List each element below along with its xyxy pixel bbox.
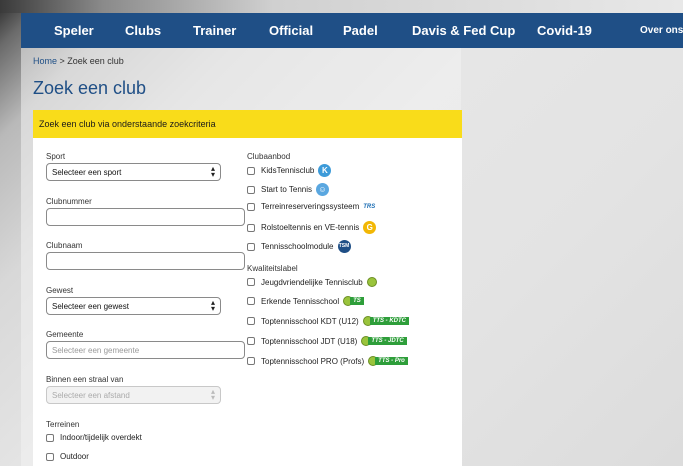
sport-select[interactable]: Selecteer een sport ▴ ▾ bbox=[46, 163, 221, 181]
nav-padel[interactable]: Padel bbox=[343, 23, 378, 38]
breadcrumb-separator: > bbox=[57, 56, 68, 66]
nav-trainer[interactable]: Trainer bbox=[193, 23, 236, 38]
sport-select-value: Selecteer een sport bbox=[52, 168, 122, 177]
checkbox[interactable] bbox=[247, 166, 255, 175]
trs-logo-icon: TRS bbox=[363, 203, 376, 210]
clubaanbod-kidstennisclub[interactable]: KidsTennisclub K bbox=[247, 164, 332, 177]
nav-speler[interactable]: Speler bbox=[54, 23, 94, 38]
checkbox[interactable] bbox=[247, 242, 255, 251]
nav-clubs[interactable]: Clubs bbox=[125, 23, 161, 38]
gemeente-placeholder: Selecteer een gemeente bbox=[52, 346, 140, 355]
checkbox[interactable] bbox=[247, 185, 255, 194]
gewest-select-value: Selecteer een gewest bbox=[52, 302, 129, 311]
clubaanbod-rolstoeltennis[interactable]: Rolstoeltennis en VE-tennis G bbox=[247, 221, 377, 234]
tsm-logo-icon: TSM bbox=[337, 240, 351, 253]
tts-jdtc-logo-text: TTS - JDTC bbox=[368, 337, 407, 345]
clubaanbod-terreinreservering[interactable]: Terreinreserveringssysteem TRS bbox=[247, 202, 375, 211]
option-label: Toptennisschool JDT (U18) bbox=[261, 336, 358, 346]
background-strip bbox=[0, 0, 683, 13]
tts-kdtc-logo-text: TTS - KDTC bbox=[369, 317, 410, 325]
terreinen-label: Terreinen bbox=[46, 420, 80, 429]
kwaliteit-jeugdvriendelijk[interactable]: Jeugdvriendelijke Tennisclub bbox=[247, 277, 377, 287]
start-to-tennis-logo-icon: ☺ bbox=[316, 183, 329, 196]
nav-davis-fed-cup[interactable]: Davis & Fed Cup bbox=[412, 23, 515, 38]
clubaanbod-label: Clubaanbod bbox=[247, 152, 291, 161]
straal-label: Binnen een straal van bbox=[46, 375, 124, 384]
option-label: Toptennisschool PRO (Profs) bbox=[261, 356, 365, 366]
select-arrows-icon: ▴ ▾ bbox=[210, 298, 215, 313]
clubnummer-input[interactable] bbox=[46, 208, 245, 226]
option-label: Terreinreserveringssysteem bbox=[261, 202, 360, 211]
option-label: Toptennisschool KDT (U12) bbox=[261, 316, 359, 326]
checkbox[interactable] bbox=[247, 317, 255, 325]
checkbox[interactable] bbox=[247, 202, 255, 211]
tts-kdtc-logo-icon: TTS - KDTC bbox=[362, 316, 410, 326]
breadcrumb: Home > Zoek een club bbox=[33, 56, 124, 66]
clubnaam-input[interactable] bbox=[46, 252, 245, 270]
kwaliteit-toptennisschool-pro[interactable]: Toptennisschool PRO (Profs) TTS - Pro bbox=[247, 356, 408, 366]
checkbox[interactable] bbox=[247, 278, 255, 286]
straal-select[interactable]: Selecteer een afstand ▴ ▾ bbox=[46, 386, 221, 404]
breadcrumb-home-link[interactable]: Home bbox=[33, 56, 57, 66]
gewest-label: Gewest bbox=[46, 286, 74, 295]
breadcrumb-current: Zoek een club bbox=[67, 56, 124, 66]
jeugdvriendelijk-logo-icon bbox=[366, 277, 377, 287]
kwaliteit-erkende-tennisschool[interactable]: Erkende Tennisschool TS bbox=[247, 296, 364, 306]
panel-header: Zoek een club via onderstaande zoekcrite… bbox=[33, 110, 462, 138]
checkbox[interactable] bbox=[247, 297, 255, 305]
tts-pro-logo-text: TTS - Pro bbox=[375, 357, 408, 365]
terrein-outdoor-option[interactable]: Outdoor bbox=[46, 452, 89, 461]
gemeente-input[interactable]: Selecteer een gemeente bbox=[46, 341, 245, 359]
page-title: Zoek een club bbox=[33, 78, 147, 98]
select-arrows-icon: ▴ ▾ bbox=[210, 164, 215, 179]
select-arrows-icon: ▴ ▾ bbox=[210, 387, 215, 402]
terrein-indoor-option[interactable]: Indoor/tijdelijk overdekt bbox=[46, 433, 142, 442]
ts-logo-text: TS bbox=[350, 297, 364, 305]
kwaliteit-toptennisschool-jdt[interactable]: Toptennisschool JDT (U18) TTS - JDTC bbox=[247, 336, 407, 346]
option-label: Jeugdvriendelijke Tennisclub bbox=[261, 277, 363, 287]
gemeente-label: Gemeente bbox=[46, 330, 84, 339]
clubaanbod-start-to-tennis[interactable]: Start to Tennis ☺ bbox=[247, 183, 329, 196]
straal-select-value: Selecteer een afstand bbox=[52, 391, 130, 400]
checkbox[interactable] bbox=[46, 452, 54, 461]
checkbox[interactable] bbox=[247, 337, 255, 345]
clubnummer-label: Clubnummer bbox=[46, 197, 92, 206]
kwaliteit-toptennisschool-kdt[interactable]: Toptennisschool KDT (U12) TTS - KDTC bbox=[247, 316, 410, 326]
checkbox[interactable] bbox=[247, 357, 255, 365]
checkbox[interactable] bbox=[46, 433, 54, 442]
kwaliteitslabel-label: Kwaliteitslabel bbox=[247, 264, 298, 273]
option-label: Outdoor bbox=[60, 452, 89, 461]
tts-pro-logo-icon: TTS - Pro bbox=[368, 356, 408, 366]
option-label: Indoor/tijdelijk overdekt bbox=[60, 433, 142, 442]
search-form-panel: Sport Selecteer een sport ▴ ▾ Clubnummer … bbox=[33, 138, 462, 466]
checkbox[interactable] bbox=[247, 223, 255, 232]
nav-over-ons[interactable]: Over ons bbox=[640, 25, 683, 36]
option-label: Rolstoeltennis en VE-tennis bbox=[261, 223, 360, 232]
gewest-select[interactable]: Selecteer een gewest ▴ ▾ bbox=[46, 297, 221, 315]
ts-logo-icon: TS bbox=[343, 296, 364, 306]
clubnaam-label: Clubnaam bbox=[46, 241, 83, 250]
sport-label: Sport bbox=[46, 152, 66, 161]
clubaanbod-tennisschoolmodule[interactable]: Tennisschoolmodule TSM bbox=[247, 240, 351, 253]
nav-official[interactable]: Official bbox=[269, 23, 313, 38]
g-sport-logo-icon: G bbox=[363, 221, 377, 234]
nav-covid-19[interactable]: Covid-19 bbox=[537, 23, 592, 38]
option-label: Tennisschoolmodule bbox=[261, 242, 334, 251]
option-label: Erkende Tennisschool bbox=[261, 296, 340, 306]
option-label: KidsTennisclub bbox=[261, 166, 315, 175]
tts-jdtc-logo-icon: TTS - JDTC bbox=[361, 336, 407, 346]
kidstennisclub-logo-icon: K bbox=[318, 164, 332, 177]
main-navigation: Speler Clubs Trainer Official Padel Davi… bbox=[21, 13, 683, 48]
option-label: Start to Tennis bbox=[261, 185, 312, 194]
